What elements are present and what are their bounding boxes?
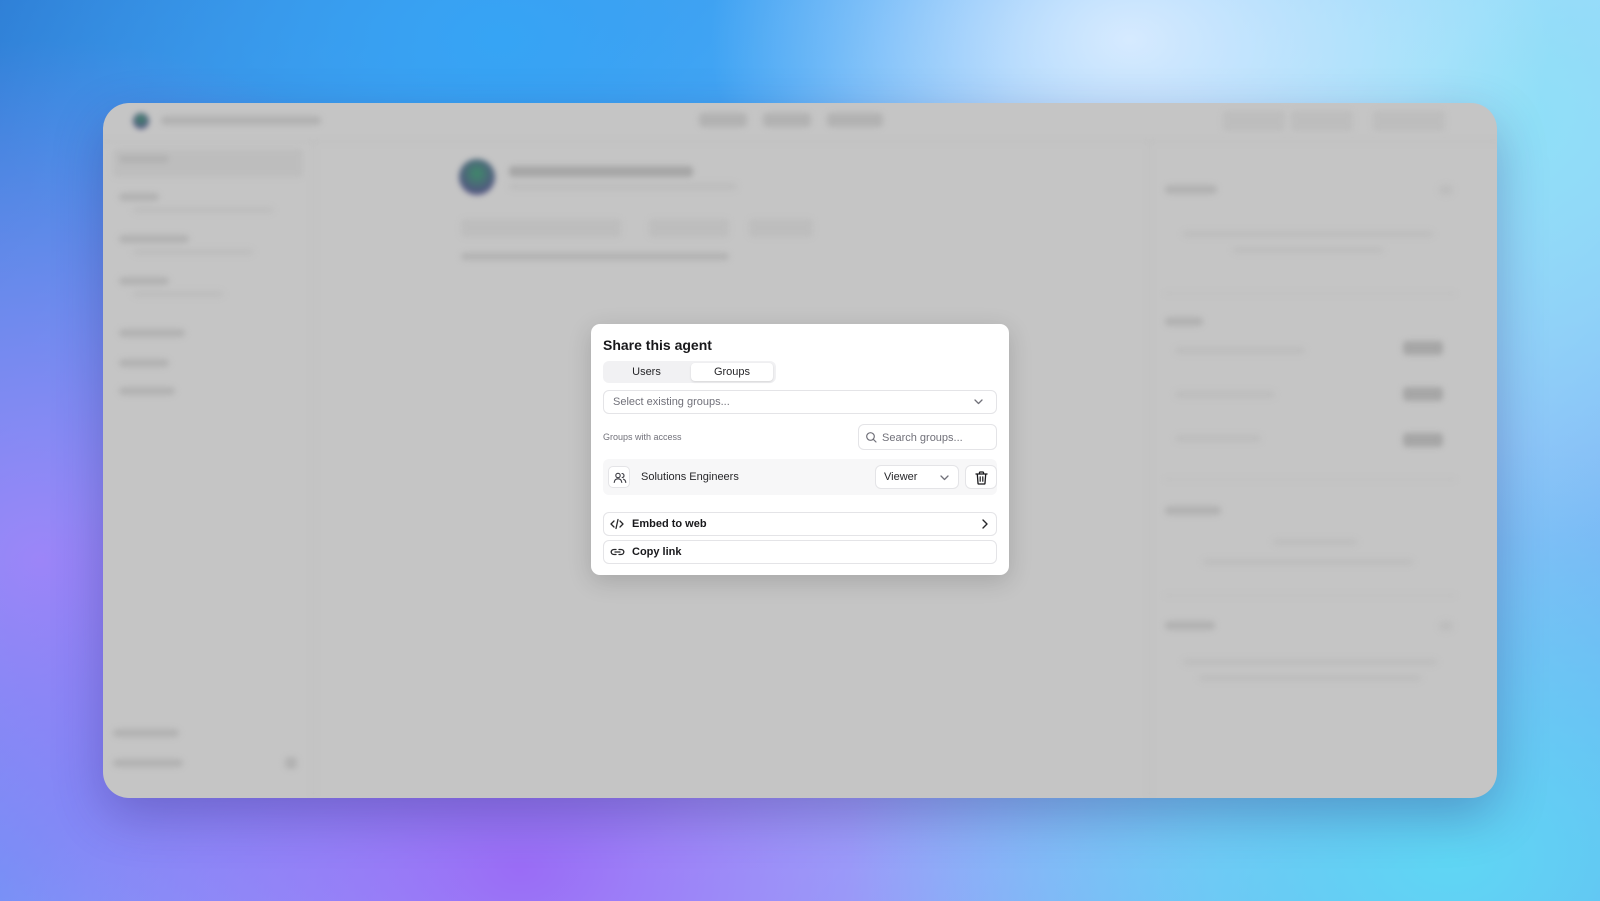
blurred-top-button: [1223, 111, 1285, 131]
divider: [1165, 595, 1455, 596]
blurred-text: [113, 729, 179, 737]
chevron-right-icon: [982, 519, 988, 529]
blurred-text: [133, 207, 273, 213]
select-groups-dropdown[interactable]: Select existing groups...: [603, 390, 997, 414]
embed-to-web-label: Embed to web: [632, 518, 707, 530]
blurred-text: [1273, 539, 1357, 545]
code-icon: [610, 518, 624, 530]
remove-group-button[interactable]: [965, 465, 997, 489]
divider: [1149, 141, 1150, 798]
blurred-agent-avatar: [459, 159, 495, 195]
blurred-badge: [1403, 387, 1443, 401]
divider: [1165, 479, 1455, 480]
share-agent-dialog: Share this agent Users Groups Select exi…: [591, 324, 1009, 575]
blurred-text: [1183, 659, 1437, 665]
blurred-text: [119, 387, 175, 395]
dialog-title: Share this agent: [603, 337, 712, 353]
blurred-tag: [461, 219, 621, 237]
search-groups-input[interactable]: Search groups...: [858, 424, 997, 450]
blurred-text: [133, 249, 253, 255]
blurred-agent-subtitle: [509, 183, 737, 190]
link-icon: [610, 548, 625, 556]
app-logo: [133, 113, 149, 129]
blurred-tag: [649, 219, 729, 237]
blurred-text: [119, 277, 169, 285]
share-tabs: Users Groups: [603, 361, 776, 383]
select-groups-placeholder: Select existing groups...: [613, 396, 730, 408]
blurred-icon: [285, 757, 297, 769]
blurred-breadcrumb: [161, 116, 321, 125]
copy-link-button[interactable]: Copy link: [603, 540, 997, 564]
blurred-text: [1233, 247, 1383, 253]
blurred-text: [119, 235, 189, 243]
blurred-top-button: [1291, 111, 1353, 131]
blurred-text: [461, 253, 729, 260]
blurred-top-tab: [763, 113, 811, 127]
blurred-top-tab: [699, 113, 747, 127]
chevron-down-icon: [940, 475, 949, 481]
chevron-down-icon: [974, 399, 983, 405]
users-icon: [613, 472, 627, 484]
blurred-icon: [1439, 621, 1453, 631]
blurred-agent-name: [509, 166, 693, 177]
blurred-text: [1199, 675, 1421, 681]
blurred-sidebar-item: [113, 149, 303, 177]
blurred-text: [119, 155, 169, 163]
blurred-text: [119, 359, 169, 367]
blurred-text: [113, 759, 183, 767]
blurred-section-title: [1165, 317, 1203, 326]
blurred-text: [119, 193, 159, 201]
tab-users[interactable]: Users: [605, 363, 688, 381]
blurred-text: [1175, 435, 1261, 442]
blurred-text: [1175, 347, 1305, 354]
divider: [1165, 293, 1455, 294]
blurred-text: [133, 291, 223, 297]
tab-groups[interactable]: Groups: [691, 363, 773, 381]
groups-with-access-label: Groups with access: [603, 432, 682, 442]
blurred-badge: [1403, 341, 1443, 355]
group-role-select[interactable]: Viewer: [875, 465, 959, 489]
blurred-text: [1183, 231, 1433, 237]
divider: [313, 141, 314, 798]
blurred-text: [1203, 559, 1413, 565]
group-avatar: [608, 466, 630, 488]
blurred-top-button: [1373, 111, 1445, 131]
search-groups-placeholder: Search groups...: [882, 432, 963, 444]
blurred-icon: [1439, 185, 1453, 195]
trash-icon: [975, 471, 988, 485]
embed-to-web-button[interactable]: Embed to web: [603, 512, 997, 536]
blurred-section-title: [1165, 185, 1217, 194]
blurred-text: [119, 329, 185, 337]
blurred-badge: [1403, 433, 1443, 447]
blurred-top-tab: [827, 113, 883, 127]
blurred-text: [1175, 391, 1275, 398]
search-icon: [866, 432, 877, 443]
group-row: Solutions Engineers Viewer: [603, 459, 997, 495]
group-role-value: Viewer: [884, 471, 918, 483]
blurred-section-title: [1165, 506, 1221, 515]
blurred-section-title: [1165, 621, 1215, 630]
group-name: Solutions Engineers: [641, 471, 739, 483]
blurred-tag: [749, 219, 813, 237]
copy-link-label: Copy link: [632, 546, 682, 558]
